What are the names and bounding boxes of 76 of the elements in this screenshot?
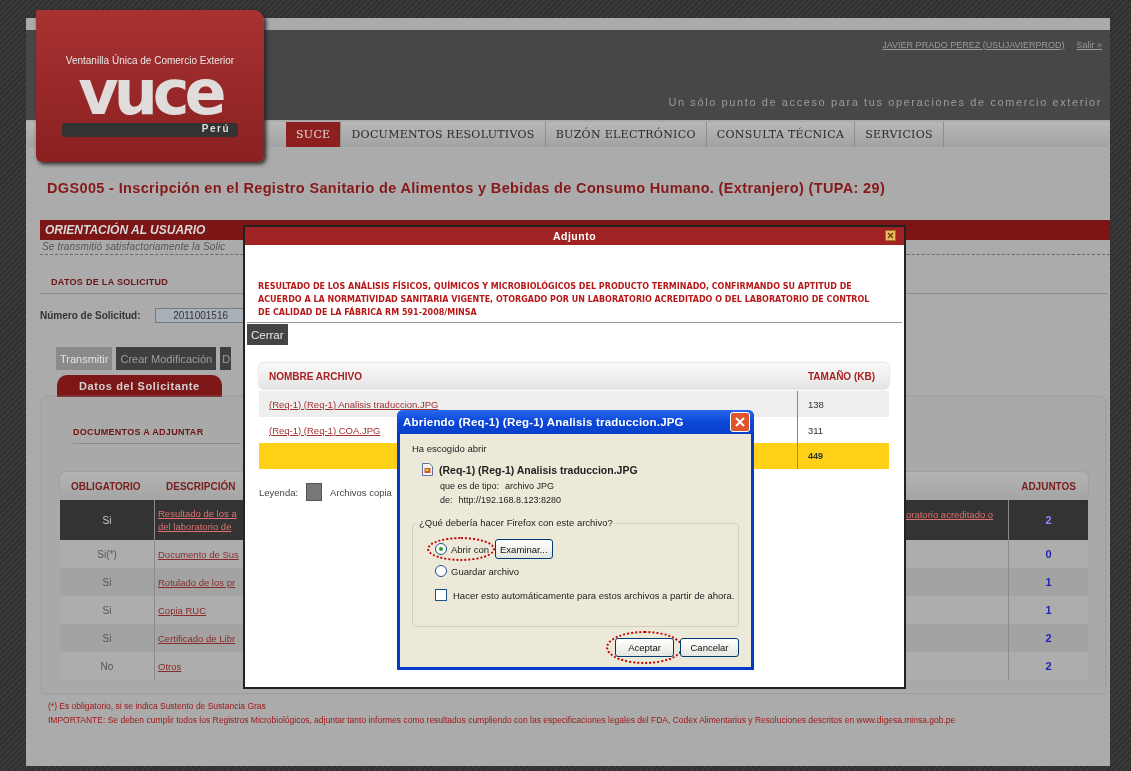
document-link[interactable]: Documento de Sus (158, 547, 239, 561)
dialog-title: Adjunto (552, 230, 597, 242)
checkbox[interactable] (435, 589, 447, 601)
document-heading: RESULTADO DE LOS ANÁLISIS FÍSICOS, QUÍMICOS Y MICROBIOLÓGICOS DEL PRODUCTO TERMINADO, CONFIRMANDO SU APTITUD DE ACUERDO A LA NORMATIVIDAD SANITARIA VIGENTE, OTORGADO POR UN LABORATORIO ACREDITADO O DEL LABORATORIO DE CONTROL DE CALIDAD DE LA FÁBRICA RM 591-2008/MINSA (258, 280, 871, 319)
column-header: TAMAÑO (KB) (807, 370, 877, 382)
table-cell: Si (102, 514, 112, 526)
attachment-count[interactable]: 2 (1045, 660, 1052, 672)
table-cell: Si(*) (97, 548, 117, 560)
section-title: DATOS DE LA SOLICITUD (51, 277, 169, 287)
user-link[interactable]: JAVIER PRADO PEREZ (USUJAVIERPROD) (882, 40, 1065, 50)
column-header: OBLIGATORIO (70, 480, 142, 492)
action-button[interactable]: D (220, 347, 232, 370)
nav-tab[interactable]: SUCE (286, 122, 342, 147)
dialog-button[interactable]: Cancelar (680, 638, 739, 657)
section-tab[interactable]: Datos del Solicitante (57, 375, 222, 397)
attachment-count[interactable]: 2 (1045, 632, 1052, 644)
field-label: Número de Solicitud: (40, 310, 141, 321)
field-label: que es de tipo: (440, 481, 500, 491)
dialog-button[interactable]: Aceptar (615, 638, 674, 657)
nav-tab[interactable]: SERVICIOS (855, 122, 944, 147)
close-button[interactable]: Cerrar (247, 324, 288, 345)
field-value: archivo JPG (505, 481, 555, 491)
total-size: 449 (808, 451, 824, 461)
radio-label[interactable]: Abrir con (451, 543, 489, 555)
logo-subtitle: Ventanilla Única de Comercio Exterior (65, 55, 235, 66)
document-link[interactable]: Resultado de los a del laboratorio de (158, 507, 237, 533)
nav-tab[interactable]: DOCUMENTOS RESOLUTIVOS (341, 122, 546, 147)
radio-button[interactable] (435, 565, 447, 577)
table-cell: Si (102, 576, 112, 588)
table-cell: 311 (808, 424, 824, 436)
attachment-count[interactable]: 0 (1045, 548, 1052, 560)
orientation-title: ORIENTACIÓN AL USUARIO (45, 223, 206, 237)
action-button[interactable]: Crear Modificación (116, 347, 217, 370)
group-legend: ¿Qué debería hacer Firefox con este archivo? (417, 517, 615, 528)
column-header: NOMBRE ARCHIVO (268, 370, 363, 382)
table-cell: Si (102, 632, 112, 644)
checkbox-label[interactable]: Hacer esto automáticamente para estos archivos a partir de ahora. (453, 589, 735, 601)
document-link[interactable]: Otros (158, 659, 182, 673)
legend-swatch (306, 483, 323, 501)
radio-label[interactable]: Guardar archivo (451, 565, 520, 577)
legend-label: Leyenda: (259, 486, 299, 498)
nav-tab[interactable]: CONSULTA TÉCNICA (706, 122, 856, 147)
file-link[interactable]: (Req-1) (Req-1) COA.JPG (269, 424, 381, 436)
document-link[interactable]: oratorio acreditado o (906, 508, 994, 521)
file-link[interactable]: (Req-1) (Req-1) Analisis traduccion.JPG (269, 398, 439, 410)
attachment-count[interactable]: 1 (1045, 576, 1052, 588)
document-link[interactable]: Rotulado de los pr (158, 575, 236, 589)
column-header: ADJUNTOS (1020, 480, 1077, 492)
logo-wordmark: vuce (78, 68, 222, 118)
column-header: DESCRIPCIÓN (165, 480, 237, 492)
document-link[interactable]: Certificado de Libr (158, 631, 236, 645)
dialog-text: Ha escogido abrir (412, 443, 488, 454)
radio-button[interactable] (435, 543, 447, 555)
tagline: Un sólo punto de acceso para tus operaciones de comercio exterior (668, 96, 1102, 108)
table-cell: No (100, 660, 114, 672)
field-value: http://192.168.8.123:8280 (458, 495, 562, 505)
dialog-title: Abriendo (Req-1) (Reg-1) Analisis traduccion.JPG (403, 416, 684, 428)
table-cell: 138 (808, 398, 824, 410)
status-message: Se transmitió satisfactoriamente la Solic (42, 241, 226, 252)
attachment-count[interactable]: 2 (1045, 514, 1052, 526)
section-title: DOCUMENTOS A ADJUNTAR (73, 427, 241, 444)
legend-item: Archivos copia (330, 486, 392, 498)
page-title: DGS005 - Inscripción en el Registro Sanitario de Alimentos y Bebidas de Consumo Humano. (Extranjero) (TUPA: 29) (47, 180, 886, 196)
document-link[interactable]: Copia RUC (158, 603, 207, 617)
close-icon[interactable] (885, 230, 896, 241)
footnote: IMPORTANTE: Se deben cumplir todos los Registros Microbiológicos, adjuntar tanto informes como resultados cumpliendo con las especificaciones legales del FDA, Codex Alimentarius y Resoluciones descritos en www.digesa.minsa.gob.pe (48, 715, 956, 725)
file-name: (Req-1) (Reg-1) Analisis traduccion.JPG (439, 463, 638, 476)
logo-country: Perú (62, 123, 238, 137)
logout-link[interactable]: Salir » (1076, 40, 1102, 50)
browse-button[interactable]: Examinar... (495, 539, 553, 559)
attachment-count[interactable]: 1 (1045, 604, 1052, 616)
image-file-icon (422, 463, 433, 476)
nav-tab[interactable]: BUZÓN ELECTRÓNICO (545, 122, 707, 147)
table-cell: Si (102, 604, 112, 616)
footnote: (*) Es obligatorio, si se indica Sustento de Sustancia Gras (48, 701, 267, 711)
field-label: de: (440, 495, 453, 505)
